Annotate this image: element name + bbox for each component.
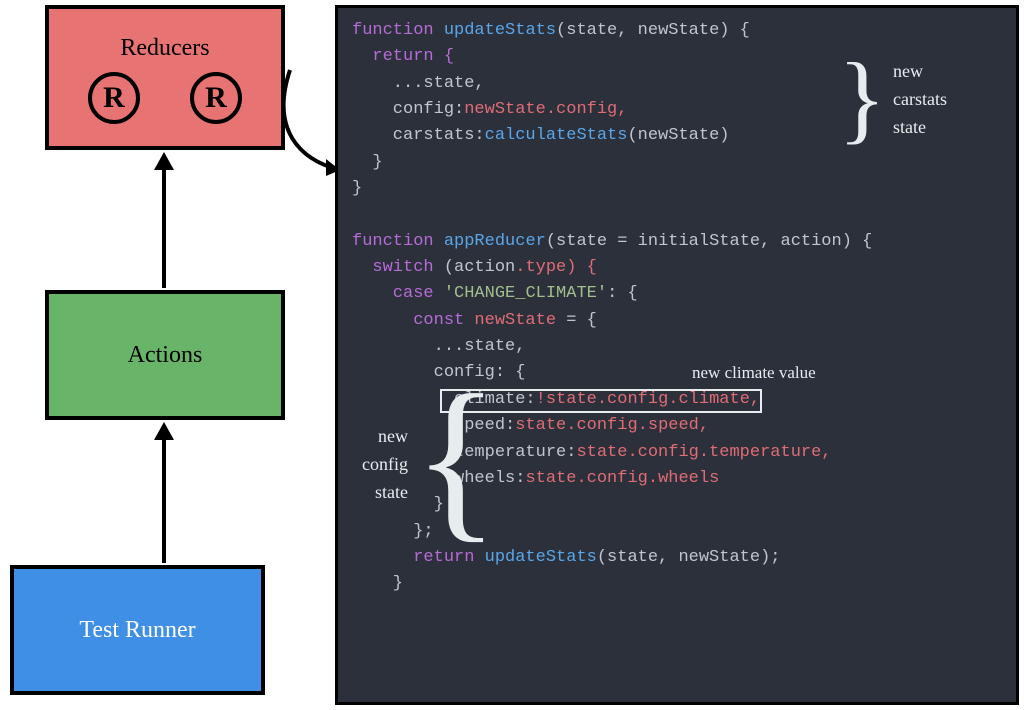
code-line: switch (action.type) { xyxy=(352,255,1008,281)
actions-title: Actions xyxy=(128,342,203,369)
code-panel: function updateStats(state, newState) { … xyxy=(335,5,1019,705)
arrow-shaft xyxy=(162,168,166,288)
reducer-icon: R xyxy=(88,72,140,124)
brace-icon: } xyxy=(838,48,886,148)
code-line: } xyxy=(352,150,1008,176)
code-line: const newState = { xyxy=(352,308,1008,334)
annotation-new-climate-value: new climate value xyxy=(692,360,816,386)
actions-box: Actions xyxy=(45,290,285,420)
code-line: function appReducer(state = initialState… xyxy=(352,229,1008,255)
arrow-head-icon xyxy=(154,152,174,170)
reducers-title: Reducers xyxy=(120,35,209,62)
test-runner-box: Test Runner xyxy=(10,565,265,695)
test-runner-title: Test Runner xyxy=(79,617,195,644)
code-line xyxy=(352,202,1008,228)
code-line: case 'CHANGE_CLIMATE': { xyxy=(352,281,1008,307)
code-line: config:newState.config, xyxy=(352,97,1008,123)
code-line: function updateStats(state, newState) { xyxy=(352,18,1008,44)
arrow-head-icon xyxy=(154,422,174,440)
code-line: return { xyxy=(352,44,1008,70)
reducer-icon: R xyxy=(190,72,242,124)
code-line: } xyxy=(352,176,1008,202)
code-line: carstats:calculateStats(newState) xyxy=(352,123,1008,149)
code-line: ...state, xyxy=(352,71,1008,97)
brace-icon: } xyxy=(413,368,499,548)
code-line: ...state, xyxy=(352,334,1008,360)
reducer-icons: R R xyxy=(88,72,242,124)
code-line: } xyxy=(352,571,1008,597)
diagram-canvas: Reducers R R Actions Test Runner functio… xyxy=(0,0,1024,710)
arrow-shaft xyxy=(162,438,166,563)
